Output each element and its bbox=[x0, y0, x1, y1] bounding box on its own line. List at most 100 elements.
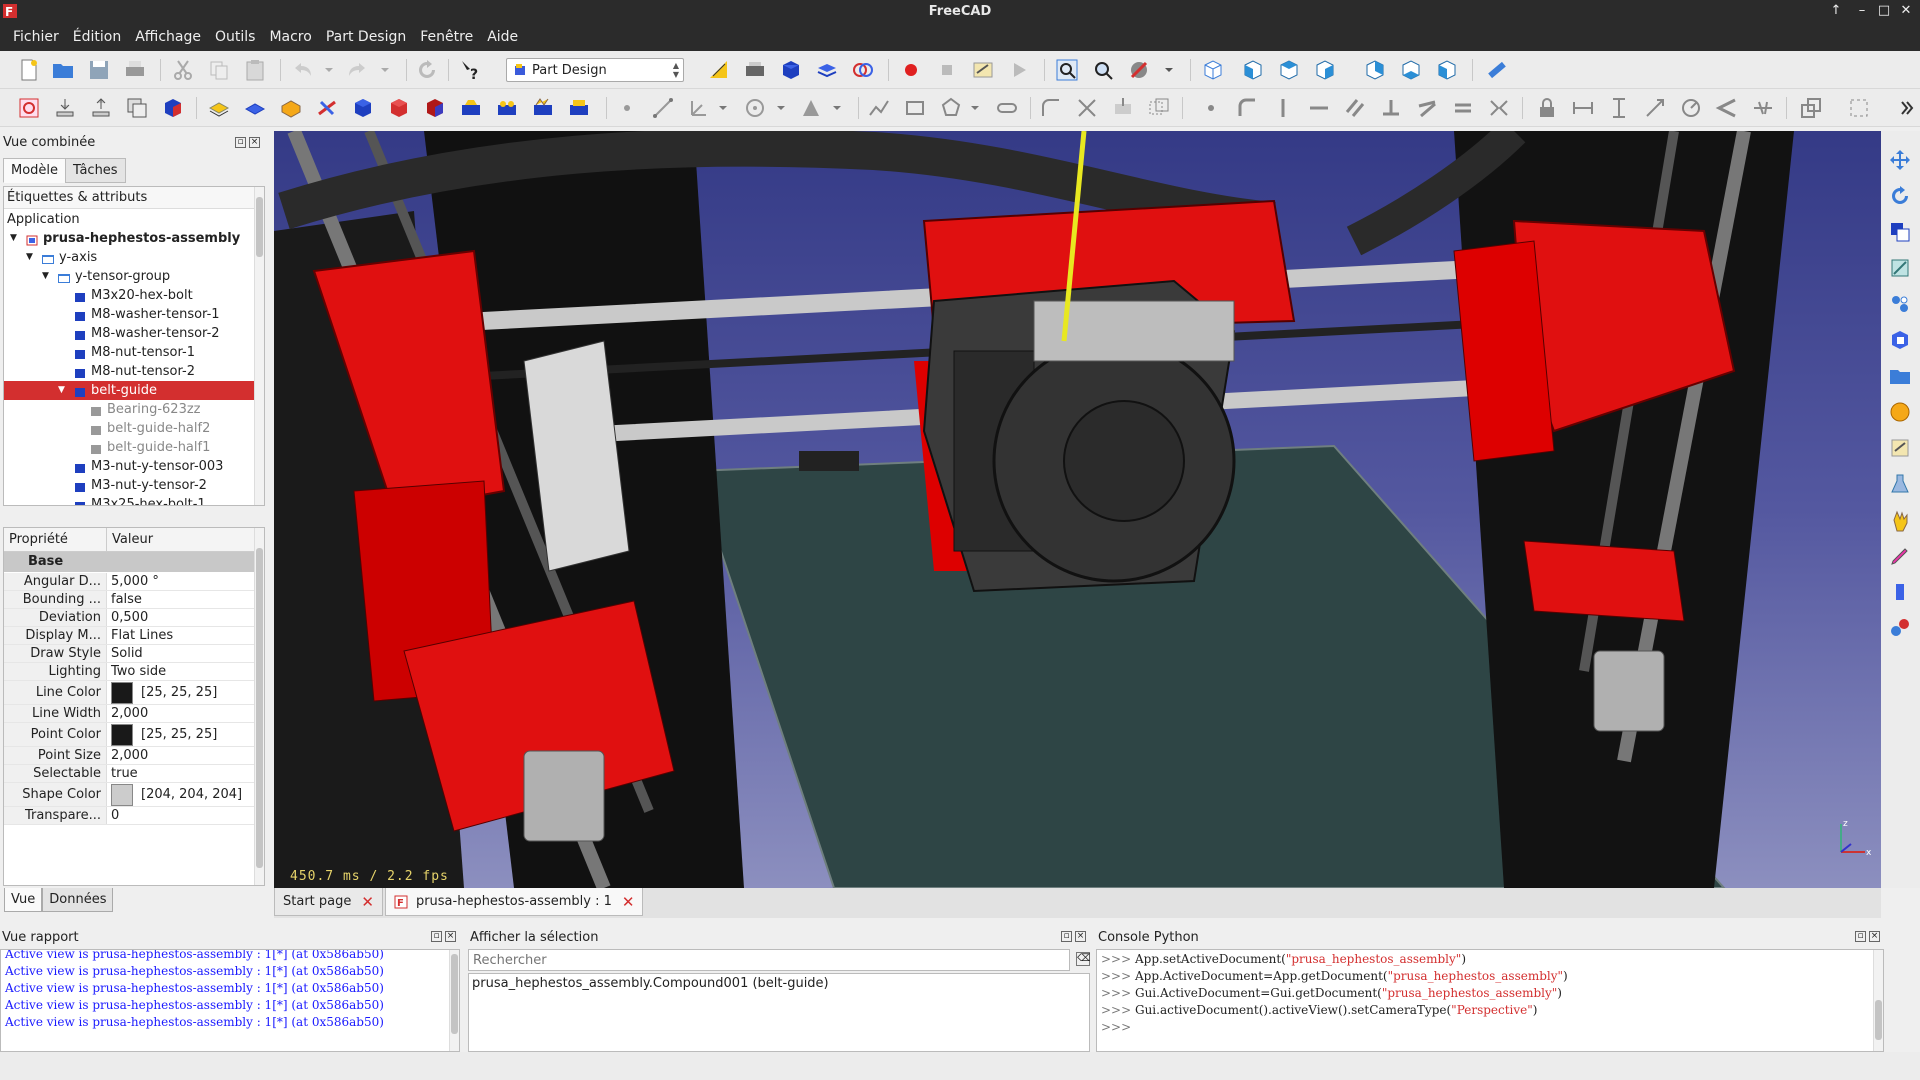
close-tab-icon[interactable]: ✕ bbox=[622, 893, 635, 911]
property-value[interactable]: [204, 204, 204] bbox=[107, 783, 254, 806]
constraint-parallel-icon[interactable] bbox=[1342, 95, 1368, 121]
constraint-vertical-icon[interactable] bbox=[1270, 95, 1296, 121]
close-panel-icon[interactable]: × bbox=[1075, 931, 1086, 942]
float-panel-icon[interactable]: ▫ bbox=[1061, 931, 1072, 942]
constraint-lock-icon[interactable] bbox=[1534, 95, 1560, 121]
python-console[interactable]: >>> App.setActiveDocument("prusa_hephest… bbox=[1096, 949, 1884, 1052]
tree-item[interactable]: belt-guide-half2 bbox=[4, 419, 254, 438]
tab-modele[interactable]: Modèle bbox=[3, 158, 67, 183]
sub-shape-binder-icon[interactable] bbox=[88, 95, 114, 121]
additive-box-icon[interactable] bbox=[350, 95, 376, 121]
property-row[interactable]: Angular D... 5,000 ° bbox=[4, 573, 254, 591]
spheres-icon[interactable] bbox=[1887, 615, 1913, 641]
menu-part-design[interactable]: Part Design bbox=[319, 25, 413, 51]
open-folder-icon[interactable] bbox=[50, 57, 76, 83]
draft-icon[interactable] bbox=[798, 95, 824, 121]
property-row[interactable]: Line Color [25, 25, 25] bbox=[4, 681, 254, 705]
tree-item[interactable]: belt-guide-half1 bbox=[4, 438, 254, 457]
tree-item[interactable]: M3-nut-y-tensor-003 bbox=[4, 457, 254, 476]
view-left-icon[interactable] bbox=[1434, 57, 1460, 83]
expand-chevron-icon[interactable]: ▼ bbox=[10, 229, 17, 248]
tab-prusa-assembly[interactable]: F prusa-hephestos-assembly : 1 ✕ bbox=[384, 888, 644, 916]
tree-item[interactable]: ▼ belt-guide bbox=[4, 381, 254, 400]
property-row[interactable]: Point Size 2,000 bbox=[4, 747, 254, 765]
tree-scrollbar[interactable] bbox=[254, 187, 264, 505]
property-value[interactable]: 0 bbox=[107, 807, 254, 824]
tree-item[interactable]: M8-washer-tensor-1 bbox=[4, 305, 254, 324]
sphere-icon[interactable] bbox=[1887, 399, 1913, 425]
view-rear-icon[interactable] bbox=[1362, 57, 1388, 83]
property-row[interactable]: Selectable true bbox=[4, 765, 254, 783]
expand-chevron-icon[interactable]: ▼ bbox=[58, 381, 65, 400]
tree-item[interactable]: M3x25-hex-bolt-1 bbox=[4, 495, 254, 505]
constraint-symmetric-icon[interactable] bbox=[1486, 95, 1512, 121]
pencil-icon[interactable] bbox=[1887, 543, 1913, 569]
property-row[interactable]: Display M... Flat Lines bbox=[4, 627, 254, 645]
tree-item[interactable]: ▼ y-tensor-group bbox=[4, 267, 254, 286]
print-icon[interactable] bbox=[122, 57, 148, 83]
select-constraints-icon[interactable] bbox=[1846, 95, 1872, 121]
tree-item[interactable]: M3-nut-y-tensor-2 bbox=[4, 476, 254, 495]
draw-style-icon[interactable] bbox=[1126, 57, 1152, 83]
trim-icon[interactable] bbox=[1074, 95, 1100, 121]
tree-item[interactable]: Bearing-623zz bbox=[4, 400, 254, 419]
close-tab-icon[interactable]: ✕ bbox=[361, 893, 374, 911]
property-value[interactable]: [25, 25, 25] bbox=[107, 723, 254, 746]
view-bottom-icon[interactable] bbox=[1398, 57, 1424, 83]
window-up-button[interactable]: ↑ bbox=[1826, 3, 1846, 18]
window-maximize-button[interactable]: □ bbox=[1874, 3, 1894, 18]
rotate-icon[interactable] bbox=[1887, 183, 1913, 209]
property-value[interactable]: Flat Lines bbox=[107, 627, 254, 644]
tree-item[interactable]: Application bbox=[4, 210, 254, 229]
constraint-tangent-icon[interactable] bbox=[1414, 95, 1440, 121]
expand-chevron-icon[interactable]: ▼ bbox=[42, 267, 49, 286]
clear-search-icon[interactable]: ⌫ bbox=[1076, 952, 1090, 966]
polar-pattern-icon[interactable] bbox=[742, 95, 768, 121]
toggle-driving-icon[interactable] bbox=[1798, 95, 1824, 121]
fit-all-icon[interactable] bbox=[1054, 57, 1080, 83]
refresh-icon[interactable] bbox=[414, 57, 440, 83]
subtractive-box-icon[interactable] bbox=[422, 95, 448, 121]
tree-item[interactable]: ▼ prusa-hephestos-assembly bbox=[4, 229, 254, 248]
additive-pipe-icon[interactable] bbox=[494, 95, 520, 121]
tree-item[interactable]: M8-nut-tensor-2 bbox=[4, 362, 254, 381]
constraint-snell-icon[interactable] bbox=[1750, 95, 1776, 121]
macro-edit-icon[interactable] bbox=[970, 57, 996, 83]
tab-donnees[interactable]: Données bbox=[42, 888, 114, 912]
constraint-angle-icon[interactable] bbox=[1714, 95, 1740, 121]
constraint-vertical-distance-icon[interactable] bbox=[1606, 95, 1632, 121]
sketch-attach-icon[interactable] bbox=[1887, 255, 1913, 281]
flask-icon[interactable] bbox=[1887, 471, 1913, 497]
additive-helix-icon[interactable] bbox=[530, 95, 556, 121]
close-panel-icon[interactable]: × bbox=[445, 931, 456, 942]
assembly-icon[interactable] bbox=[1887, 327, 1913, 353]
view-right-icon[interactable] bbox=[1312, 57, 1338, 83]
workbench-selector[interactable]: Part Design ▲ ▼ bbox=[506, 58, 684, 82]
constraint-radius-icon[interactable] bbox=[1678, 95, 1704, 121]
rectangle-icon[interactable] bbox=[902, 95, 928, 121]
property-row[interactable]: Line Width 2,000 bbox=[4, 705, 254, 723]
hand-icon[interactable] bbox=[1887, 507, 1913, 533]
local-cs-icon[interactable] bbox=[686, 95, 712, 121]
menu-affichage[interactable]: Affichage bbox=[128, 25, 208, 51]
copy-icon[interactable] bbox=[206, 57, 232, 83]
redo-menu-chevron-down-icon[interactable] bbox=[372, 57, 398, 83]
macro-play-icon[interactable] bbox=[1006, 57, 1032, 83]
pocket-icon[interactable] bbox=[386, 95, 412, 121]
property-row[interactable]: Transpare... 0 bbox=[4, 807, 254, 825]
measure-distance-icon[interactable] bbox=[1484, 57, 1510, 83]
shape-binder-icon[interactable] bbox=[52, 95, 78, 121]
pad-icon[interactable] bbox=[278, 95, 304, 121]
additive-loft-icon[interactable] bbox=[458, 95, 484, 121]
polyline-icon[interactable] bbox=[866, 95, 892, 121]
property-value[interactable]: 2,000 bbox=[107, 705, 254, 722]
constraint-distance-icon[interactable] bbox=[1642, 95, 1668, 121]
tree-item[interactable]: ▼ y-axis bbox=[4, 248, 254, 267]
notepad-icon[interactable] bbox=[1887, 435, 1913, 461]
subtractive-loft-icon[interactable] bbox=[566, 95, 592, 121]
3d-viewport[interactable]: z x 450.7 ms / 2.2 fps bbox=[274, 131, 1881, 888]
close-panel-icon[interactable]: × bbox=[249, 137, 260, 148]
property-value[interactable]: Two side bbox=[107, 663, 254, 680]
window-close-button[interactable]: ✕ bbox=[1896, 3, 1916, 18]
macro-stop-icon[interactable] bbox=[934, 57, 960, 83]
